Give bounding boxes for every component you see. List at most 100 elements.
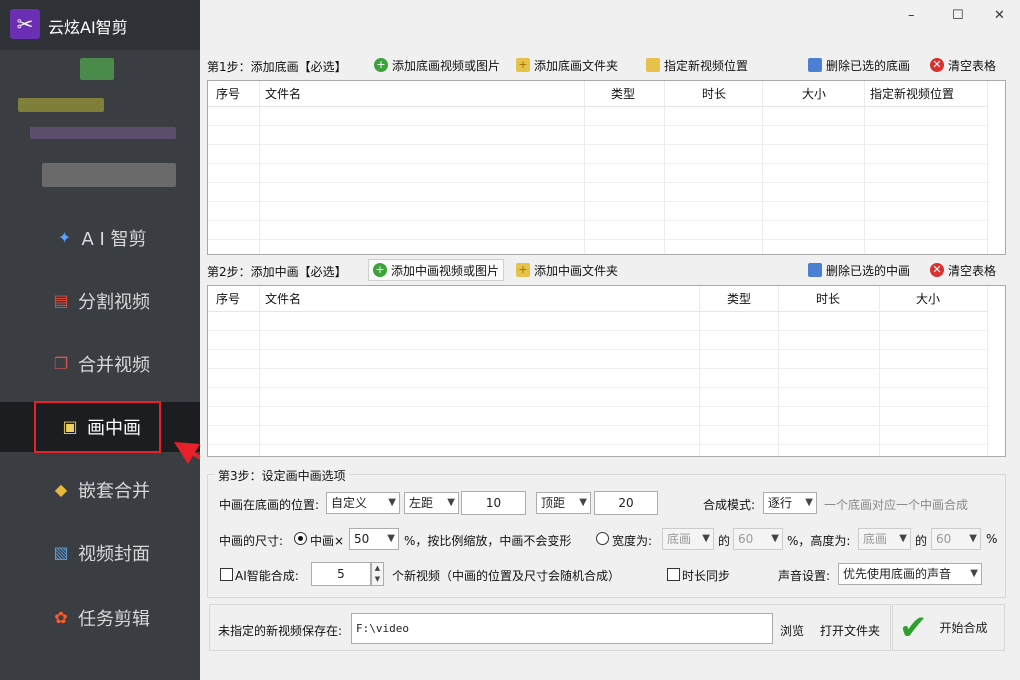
open-folder-button[interactable]: 打开文件夹 (820, 622, 880, 639)
app-logo-icon: ✂ (10, 9, 40, 39)
blurred-user-info (18, 98, 104, 112)
width-of-label: 的 (718, 534, 731, 548)
sidebar-item-split-video[interactable]: ▤ 分割视频 (0, 276, 200, 326)
sidebar-item-label: A I 智剪 (81, 229, 147, 250)
delete-list-icon (808, 58, 822, 72)
width-pct-value: 60 (738, 532, 754, 546)
width-pct-select[interactable]: 60 ▼ (733, 528, 783, 550)
col-divider (584, 81, 585, 254)
maximize-icon[interactable]: ☐ (952, 8, 964, 23)
col-divider (259, 286, 260, 456)
delete-list-icon (808, 263, 822, 277)
size-hint: %，按比例缩放，中画不会变形 (404, 534, 572, 548)
checkmark-icon: ✔ (899, 607, 928, 648)
save-label: 未指定的新视频保存在: (218, 624, 343, 638)
clear-base-button[interactable]: ✕ 清空表格 (926, 54, 1000, 76)
width-ref-select[interactable]: 底画 ▼ (662, 528, 714, 550)
step3-label: 第3步：设定画中画选项 (215, 467, 349, 484)
compose-mode-label: 合成模式: (703, 498, 756, 512)
audio-mode-select[interactable]: 优先使用底画的声音 ▼ (838, 563, 982, 585)
add-base-folder-button[interactable]: + 添加底画文件夹 (512, 54, 622, 76)
clear-pip-label: 清空表格 (948, 263, 997, 278)
chevron-down-icon: ▼ (970, 568, 978, 579)
video-cover-icon: ▧ (53, 543, 69, 562)
clear-icon: ✕ (930, 58, 944, 72)
delete-pip-label: 删除已选的中画 (826, 263, 911, 278)
chevron-down-icon: ▼ (899, 533, 907, 544)
start-compose-button[interactable]: ✔ 开始合成 (892, 604, 1005, 651)
add-base-file-label: 添加底画视频或图片 (392, 58, 501, 73)
col-divider (762, 81, 763, 254)
col-new-position[interactable]: 指定新视频位置 (870, 81, 954, 107)
split-video-icon: ▤ (53, 291, 69, 310)
col-type[interactable]: 类型 (727, 286, 751, 312)
margin-y-select[interactable]: 顶距 ▼ (536, 492, 591, 514)
pip-video-table[interactable]: 序号 文件名 类型 时长 大小 (207, 285, 1006, 457)
col-filename[interactable]: 文件名 (265, 81, 301, 107)
sidebar-item-label: 分割视频 (78, 292, 150, 313)
ai-edit-icon: ✦ (57, 228, 72, 247)
ai-count-spinner[interactable]: ▲ ▼ (371, 562, 384, 586)
col-index[interactable]: 序号 (216, 286, 240, 312)
add-icon: + (374, 58, 388, 72)
add-pip-folder-button[interactable]: + 添加中画文件夹 (512, 259, 622, 281)
col-type[interactable]: 类型 (611, 81, 635, 107)
ai-count-input[interactable]: 5 (311, 562, 371, 586)
main-panel: – ☐ ✕ 第1步：添加底画【必选】 + 添加底画视频或图片 + 添加底画文件夹… (200, 0, 1020, 680)
size-scale-value: 50 (354, 532, 370, 546)
nest-merge-icon: ◆ (54, 480, 68, 499)
ai-compose-checkbox[interactable] (220, 568, 233, 581)
height-pct-select[interactable]: 60 ▼ (931, 528, 981, 550)
height-ref-select[interactable]: 底画 ▼ (858, 528, 911, 550)
close-icon[interactable]: ✕ (994, 8, 1005, 23)
clear-pip-button[interactable]: ✕ 清空表格 (926, 259, 1000, 281)
size-scale-radio-label: 中画× (310, 534, 345, 548)
set-position-button[interactable]: 指定新视频位置 (642, 54, 752, 76)
sidebar: ✂ 云炫AI智剪 ✦ A I 智剪 ▤ 分割视频 ❐ 合并视频 ▣ 画中画 ◆ … (0, 0, 200, 680)
browse-button[interactable]: 浏览 (780, 622, 804, 639)
height-of-label: 的 (915, 534, 928, 548)
col-divider (879, 286, 880, 456)
delete-pip-button[interactable]: 删除已选的中画 (804, 259, 914, 281)
position-mode-select[interactable]: 自定义 ▼ (326, 492, 400, 514)
compose-mode-select[interactable]: 逐行 ▼ (763, 492, 817, 514)
chevron-down-icon: ▼ (387, 533, 395, 544)
col-duration[interactable]: 时长 (816, 286, 840, 312)
row-divider (208, 220, 987, 221)
col-duration[interactable]: 时长 (702, 81, 726, 107)
width-ref-value: 底画 (667, 532, 692, 546)
row-divider (208, 125, 987, 126)
margin-x-input[interactable]: 10 (461, 491, 526, 515)
size-scale-select[interactable]: 50 ▼ (349, 528, 399, 550)
col-filename[interactable]: 文件名 (265, 286, 301, 312)
sidebar-item-video-cover[interactable]: ▧ 视频封面 (0, 528, 200, 578)
col-size[interactable]: 大小 (802, 81, 826, 107)
position-label: 中画在底画的位置: (219, 498, 320, 512)
chevron-down-icon: ▼ (447, 497, 455, 508)
minimize-icon[interactable]: – (908, 8, 915, 23)
sidebar-item-merge-video[interactable]: ❐ 合并视频 (0, 339, 200, 389)
size-scale-radio[interactable] (294, 532, 307, 545)
duration-sync-checkbox[interactable] (667, 568, 680, 581)
delete-base-button[interactable]: 删除已选的底画 (804, 54, 914, 76)
add-pip-file-button[interactable]: + 添加中画视频或图片 (368, 259, 505, 281)
col-size[interactable]: 大小 (916, 286, 940, 312)
sidebar-item-ai-edit[interactable]: ✦ A I 智剪 (0, 213, 200, 263)
base-video-table[interactable]: 序号 文件名 类型 时长 大小 指定新视频位置 (207, 80, 1006, 255)
col-divider (778, 286, 779, 456)
add-base-file-button[interactable]: + 添加底画视频或图片 (370, 54, 504, 76)
clear-base-label: 清空表格 (948, 58, 997, 73)
scrollbar[interactable] (987, 286, 1005, 456)
clear-icon: ✕ (930, 263, 944, 277)
size-custom-radio[interactable] (596, 532, 609, 545)
margin-y-input[interactable]: 20 (594, 491, 658, 515)
sidebar-item-task-edit[interactable]: ✿ 任务剪辑 (0, 593, 200, 643)
col-divider (259, 81, 260, 254)
scrollbar[interactable] (987, 81, 1005, 254)
table-header: 序号 文件名 类型 时长 大小 (208, 286, 1005, 312)
merge-video-icon: ❐ (53, 354, 69, 373)
col-divider (699, 286, 700, 456)
save-path-input[interactable]: F:\video (351, 613, 773, 644)
margin-x-select[interactable]: 左距 ▼ (404, 492, 459, 514)
col-index[interactable]: 序号 (216, 81, 240, 107)
